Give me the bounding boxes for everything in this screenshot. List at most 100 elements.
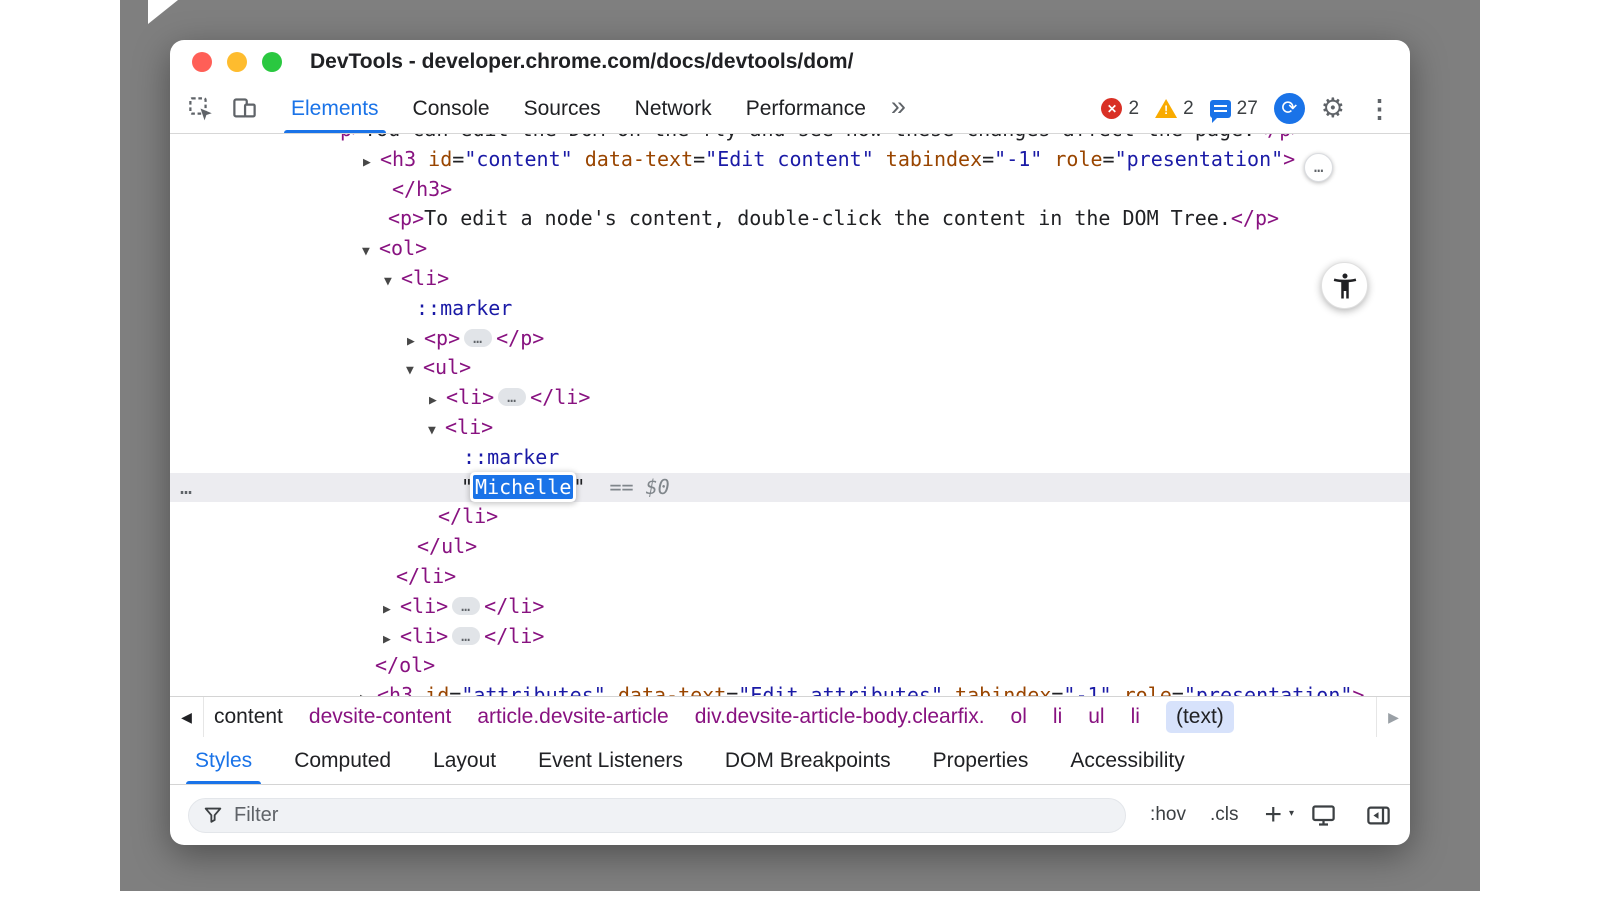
tag-token: <p> [388, 206, 424, 230]
breadcrumb-item-div-devsite-article-body-clearfix-[interactable]: div.devsite-article-body.clearfix. [695, 705, 985, 729]
tree-line[interactable]: ▼<li> [170, 264, 1410, 294]
tree-line[interactable]: p>You can edit the DOM on the fly and se… [170, 134, 1410, 145]
toggle-sidebar-button[interactable] [1365, 802, 1392, 829]
tree-line[interactable]: ::marker [170, 294, 1410, 324]
tag-token: </li> [484, 624, 544, 648]
more-tabs-button[interactable]: » [883, 91, 914, 122]
styles-filter-input[interactable] [234, 804, 1112, 827]
zoom-button[interactable] [262, 52, 282, 72]
panel-tab-computed[interactable]: Computed [273, 737, 412, 784]
more-options-icon[interactable]: ⋮ [1361, 94, 1398, 124]
panel-tab-dom-breakpoints[interactable]: DOM Breakpoints [704, 737, 912, 784]
tag-token: </li> [438, 504, 498, 528]
breadcrumb-item-content[interactable]: content [214, 705, 283, 729]
expand-arrow-icon[interactable]: ▶ [363, 148, 380, 178]
tree-line[interactable]: </li> [170, 502, 1410, 532]
error-badge[interactable]: ✕ 2 [1101, 98, 1139, 120]
pseudo-element-token: ::marker [416, 296, 512, 320]
minimize-button[interactable] [227, 52, 247, 72]
breadcrumb-scroll-right[interactable]: ▶ [1376, 697, 1410, 737]
expand-arrow-icon[interactable]: ▼ [406, 356, 423, 386]
inline-expand-button[interactable]: … [498, 388, 526, 406]
expand-arrow-icon[interactable]: ▼ [362, 237, 379, 267]
plus-dropdown-caret-icon: ▾ [1289, 799, 1294, 829]
text-token [1042, 147, 1054, 171]
tree-line[interactable]: ▶<li>…</li> [170, 592, 1410, 622]
tab-console[interactable]: Console [396, 84, 507, 133]
pseudo-element-token: ::marker [463, 445, 559, 469]
dom-tree-panel: p>You can edit the DOM on the fly and se… [170, 134, 1410, 696]
tab-sources[interactable]: Sources [507, 84, 618, 133]
tree-line[interactable]: ▶<h3 id="content" data-text="Edit conten… [170, 145, 1410, 175]
tab-network[interactable]: Network [618, 84, 729, 133]
text-token: = [1051, 683, 1063, 696]
toggle-device-toolbar-button[interactable] [222, 84, 266, 133]
expand-arrow-icon[interactable]: ▼ [428, 416, 445, 446]
tag-token: <li> [400, 594, 448, 618]
close-button[interactable] [192, 52, 212, 72]
tree-line[interactable]: ▶<h3 id="attributes" data-text="Edit att… [170, 681, 1410, 696]
element-classes-button[interactable]: .cls [1210, 804, 1239, 826]
inline-expand-button[interactable]: … [452, 597, 480, 615]
accessibility-overlay-button[interactable] [1321, 262, 1368, 309]
panel-tab-layout[interactable]: Layout [412, 737, 517, 784]
panel-tab-accessibility[interactable]: Accessibility [1049, 737, 1205, 784]
tree-line[interactable]: ▼<ul> [170, 353, 1410, 383]
breadcrumb-item-article-devsite-article[interactable]: article.devsite-article [477, 705, 668, 729]
expand-arrow-icon[interactable]: ▶ [360, 684, 377, 696]
breadcrumb-scroll-left[interactable]: ◀ [170, 697, 204, 737]
expand-arrow-icon[interactable]: ▶ [383, 625, 400, 655]
expand-arrow-icon[interactable]: ▶ [383, 595, 400, 625]
issues-badge[interactable]: 27 [1210, 98, 1258, 120]
tree-line[interactable]: </ol> [170, 651, 1410, 681]
attr-value-token: "Edit content" [705, 147, 874, 171]
inline-expand-button[interactable]: … [464, 329, 492, 347]
styles-filter[interactable] [188, 798, 1126, 833]
inspect-element-button[interactable] [178, 84, 222, 133]
selected-text-editbox[interactable]: Michelle [473, 475, 573, 499]
attr-name-token: role [1054, 147, 1102, 171]
attr-name-token: role [1124, 683, 1172, 696]
warning-count: 2 [1183, 98, 1194, 120]
tree-line[interactable]: …"Michelle" == $0 [170, 473, 1410, 503]
expand-arrow-icon[interactable]: ▶ [407, 327, 424, 357]
breadcrumb-item-ol[interactable]: ol [1011, 705, 1027, 729]
panel-tab-properties[interactable]: Properties [912, 737, 1050, 784]
expand-arrow-icon[interactable]: ▼ [384, 267, 401, 297]
tab-elements[interactable]: Elements [274, 84, 396, 133]
tree-line[interactable]: ▶<p>…</p> [170, 324, 1410, 354]
panel-tab-styles[interactable]: Styles [174, 737, 273, 784]
devtools-toolbar: ElementsConsoleSourcesNetworkPerformance… [170, 84, 1410, 134]
tree-line[interactable]: ▼<ol> [170, 234, 1410, 264]
tree-line[interactable]: </h3> [170, 175, 1410, 205]
devtools-window: DevTools - developer.chrome.com/docs/dev… [170, 40, 1410, 845]
more-actions-icon[interactable]: … [180, 473, 193, 503]
tree-line[interactable]: ▶<li>…</li> [170, 622, 1410, 652]
breadcrumb-item-ul[interactable]: ul [1088, 705, 1104, 729]
warning-badge[interactable]: ! 2 [1155, 98, 1194, 120]
breadcrumb-item-li[interactable]: li [1131, 705, 1140, 729]
toggle-element-state-button[interactable]: :hov [1150, 804, 1186, 826]
tree-line[interactable]: </li> [170, 562, 1410, 592]
attr-name-token: tabindex [955, 683, 1051, 696]
sync-icon[interactable]: ⟳ [1274, 93, 1305, 124]
expand-arrow-icon[interactable]: ▶ [429, 386, 446, 416]
panel-tab-event-listeners[interactable]: Event Listeners [517, 737, 704, 784]
settings-gear-icon[interactable]: ⚙ [1321, 93, 1345, 124]
tree-line[interactable]: ▶<li>…</li> [170, 383, 1410, 413]
tree-line[interactable]: </ul> [170, 532, 1410, 562]
tab-performance[interactable]: Performance [729, 84, 883, 133]
text-token [634, 475, 646, 499]
tag-token: </h3> [392, 177, 452, 201]
breadcrumb-item-li[interactable]: li [1053, 705, 1062, 729]
tree-line[interactable]: ::marker [170, 443, 1410, 473]
inline-expand-button[interactable]: … [452, 627, 480, 645]
tree-line[interactable]: <p>To edit a node's content, double-clic… [170, 204, 1410, 234]
breadcrumb-item-devsite-content[interactable]: devsite-content [309, 705, 451, 729]
tree-line[interactable]: ▼<li> [170, 413, 1410, 443]
rendering-emulations-button[interactable] [1310, 802, 1337, 829]
tag-token: > [1352, 683, 1364, 696]
text-token: = [449, 683, 461, 696]
breadcrumb-item--text-[interactable]: (text) [1166, 701, 1234, 733]
new-style-rule-button[interactable]: + ▾ [1264, 800, 1282, 830]
